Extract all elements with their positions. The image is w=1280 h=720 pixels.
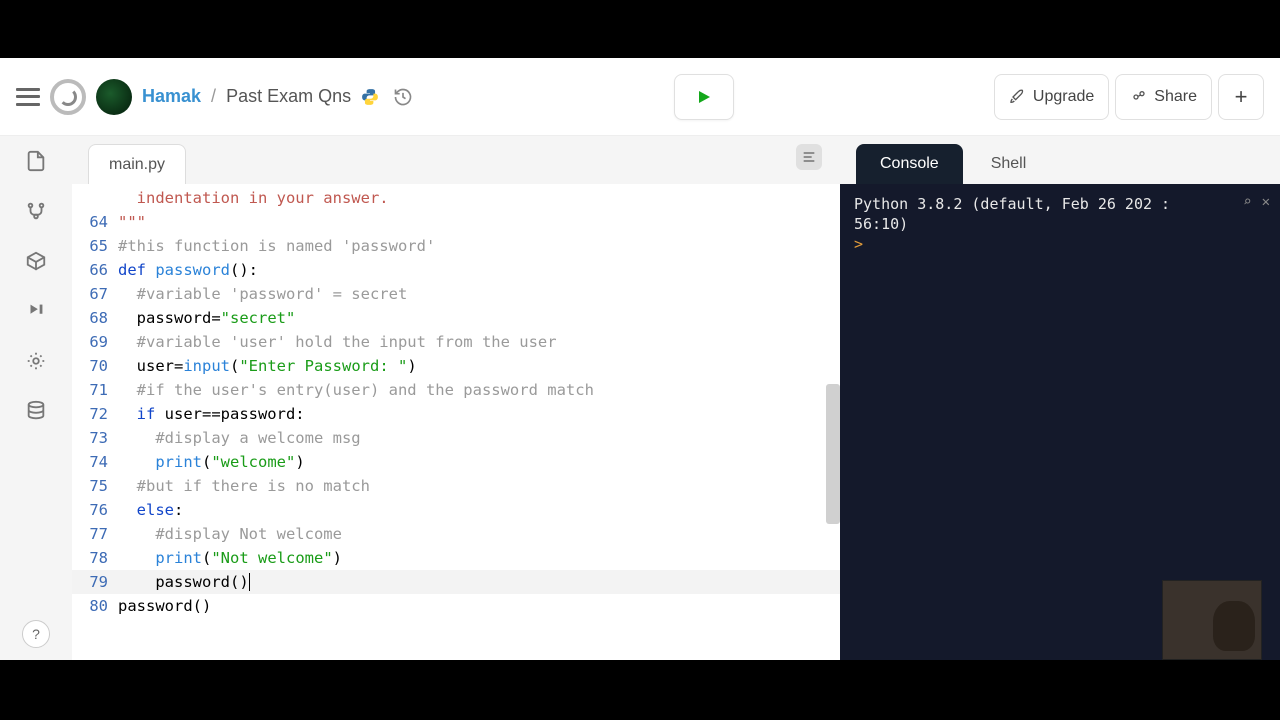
file-tab-main[interactable]: main.py <box>88 144 186 184</box>
share-label: Share <box>1154 88 1197 106</box>
header-bar: Hamak / Past Exam Qns Upgrade Share + <box>0 58 1280 136</box>
code-editor[interactable]: indentation in your answer. 64""" 65#thi… <box>72 184 840 660</box>
breadcrumb-owner[interactable]: Hamak <box>142 86 201 107</box>
line-number: 70 <box>72 354 118 378</box>
files-icon[interactable] <box>25 150 47 172</box>
rocket-icon <box>1009 89 1025 105</box>
line-number: 79 <box>72 570 118 594</box>
avatar[interactable] <box>96 79 132 115</box>
upgrade-label: Upgrade <box>1033 88 1094 106</box>
webcam-overlay <box>1162 580 1262 660</box>
debugger-icon[interactable] <box>25 300 47 322</box>
replit-logo-icon[interactable] <box>50 79 86 115</box>
breadcrumb-project[interactable]: Past Exam Qns <box>226 86 351 107</box>
line-number: 68 <box>72 306 118 330</box>
line-number: 74 <box>72 450 118 474</box>
console-text: Python 3.8.2 (default, Feb 26 202 <box>854 195 1152 213</box>
menu-icon[interactable] <box>16 88 40 106</box>
breadcrumb: Hamak / Past Exam Qns <box>142 86 351 107</box>
console-close-icon[interactable]: ✕ <box>1262 192 1270 212</box>
help-button[interactable]: ? <box>22 620 50 648</box>
line-number: 72 <box>72 402 118 426</box>
format-icon[interactable] <box>796 144 822 170</box>
tab-shell[interactable]: Shell <box>967 144 1051 184</box>
share-button[interactable]: Share <box>1115 74 1212 120</box>
line-number: 75 <box>72 474 118 498</box>
editor-scrollbar[interactable] <box>826 384 840 524</box>
share-icon <box>1130 89 1146 105</box>
editor-pane: main.py indentation in your answer. 64""… <box>72 136 840 660</box>
line-number: 71 <box>72 378 118 402</box>
upgrade-button[interactable]: Upgrade <box>994 74 1109 120</box>
database-icon[interactable] <box>25 400 47 422</box>
packages-icon[interactable] <box>25 250 47 272</box>
version-control-icon[interactable] <box>25 200 47 222</box>
new-button[interactable]: + <box>1218 74 1264 120</box>
console-tabs: Console Shell <box>840 136 1280 184</box>
line-number: 64 <box>72 210 118 234</box>
file-tabs: main.py <box>72 136 840 184</box>
line-number: 77 <box>72 522 118 546</box>
line-number: 80 <box>72 594 118 618</box>
line-number: 65 <box>72 234 118 258</box>
python-icon <box>361 88 379 106</box>
line-number: 78 <box>72 546 118 570</box>
side-rail: ? <box>0 136 72 660</box>
line-number <box>72 186 118 210</box>
settings-icon[interactable] <box>25 350 47 372</box>
line-number: 69 <box>72 330 118 354</box>
line-number: 67 <box>72 282 118 306</box>
line-number: 73 <box>72 426 118 450</box>
console-text: 56:10) <box>854 214 1266 234</box>
run-button[interactable] <box>674 74 734 120</box>
breadcrumb-separator: / <box>211 86 216 107</box>
history-icon[interactable] <box>393 87 413 107</box>
line-number: 66 <box>72 258 118 282</box>
console-prompt: > <box>854 235 863 253</box>
tab-console[interactable]: Console <box>856 144 963 184</box>
console-search-icon[interactable]: ⌕ <box>1243 192 1251 212</box>
line-number: 76 <box>72 498 118 522</box>
